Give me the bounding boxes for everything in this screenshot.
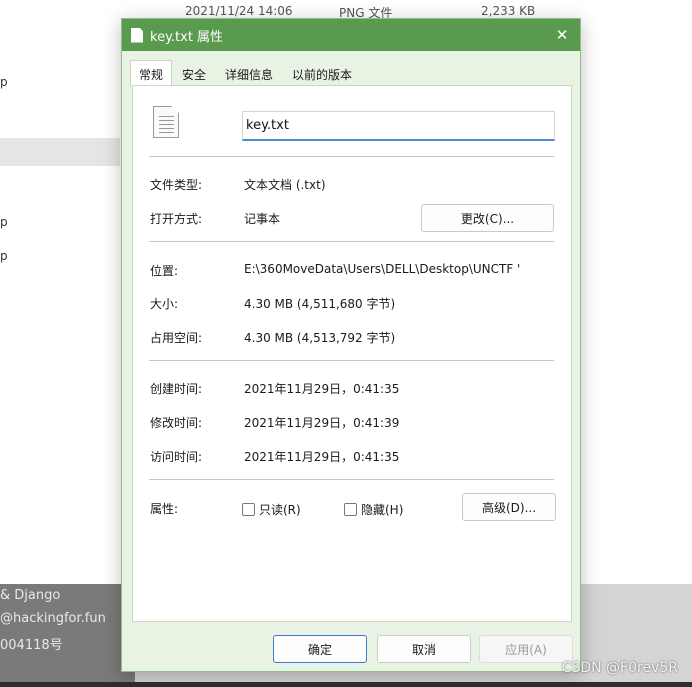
background-footer-line: 004118号	[0, 638, 63, 653]
background-sidebar-fragment: p	[0, 75, 8, 89]
dialog-titlebar[interactable]: key.txt 属性 ✕	[122, 19, 580, 51]
tab-details[interactable]: 详细信息	[216, 61, 282, 87]
background-footer-line: @hackingfor.fun	[0, 611, 106, 626]
size-value: 4.30 MB (4,511,680 字节)	[244, 297, 396, 311]
file-type-label: 文件类型:	[150, 178, 203, 192]
properties-dialog: key.txt 属性 ✕ 常规 安全 详细信息 以前的版本 文件类型: 文本文档…	[121, 18, 581, 672]
background-sidebar-fragment: p	[0, 249, 8, 263]
tab-security[interactable]: 安全	[173, 61, 215, 87]
created-value: 2021年11月29日，0:41:35	[244, 382, 400, 396]
close-icon[interactable]: ✕	[544, 26, 580, 44]
hidden-checkbox[interactable]: 隐藏(H)	[344, 501, 403, 518]
csdn-watermark: CSDN @F0rev5R	[561, 660, 678, 676]
tab-strip: 常规 安全 详细信息 以前的版本	[130, 60, 362, 87]
cancel-button[interactable]: 取消	[377, 635, 471, 663]
separator	[149, 479, 554, 480]
readonly-label: 只读(R)	[259, 503, 301, 517]
modified-value: 2021年11月29日，0:41:39	[244, 416, 400, 430]
tab-general[interactable]: 常规	[130, 60, 173, 87]
opens-with-label: 打开方式:	[150, 212, 203, 226]
ok-button[interactable]: 确定	[273, 635, 367, 663]
text-document-icon	[153, 106, 179, 138]
created-label: 创建时间:	[150, 382, 203, 396]
file-type-value: 文本文档 (.txt)	[244, 178, 326, 192]
location-value: E:\360MoveData\Users\DELL\Desktop\UNCTF …	[244, 262, 521, 276]
accessed-value: 2021年11月29日，0:41:35	[244, 450, 400, 464]
dialog-title: key.txt 属性	[150, 29, 224, 45]
background-selected-row	[0, 138, 120, 166]
opens-with-value: 记事本	[244, 212, 281, 226]
size-on-disk-label: 占用空间:	[150, 331, 203, 345]
checkbox-box[interactable]	[242, 503, 255, 516]
size-label: 大小:	[150, 297, 179, 311]
hidden-label: 隐藏(H)	[361, 503, 404, 517]
modified-label: 修改时间:	[150, 416, 203, 430]
background-sidebar-fragment: p	[0, 215, 8, 229]
tab-previous-versions[interactable]: 以前的版本	[283, 61, 361, 87]
location-label: 位置:	[150, 264, 179, 278]
change-button[interactable]: 更改(C)...	[421, 204, 554, 232]
background-footer-line: & Django	[0, 588, 61, 603]
readonly-checkbox[interactable]: 只读(R)	[242, 501, 301, 518]
background-file-size: 2,233 KB	[481, 4, 536, 18]
apply-button[interactable]: 应用(A)	[479, 635, 573, 663]
separator	[149, 156, 554, 157]
background-file-date: 2021/11/24 14:06	[185, 4, 293, 18]
advanced-button[interactable]: 高级(D)...	[462, 493, 556, 521]
text-file-icon	[131, 27, 143, 43]
accessed-label: 访问时间:	[150, 450, 203, 464]
attributes-label: 属性:	[150, 502, 179, 516]
separator	[149, 241, 554, 242]
separator	[149, 360, 554, 361]
filename-input[interactable]	[242, 111, 555, 141]
background-taskbar-strip	[0, 682, 692, 687]
general-tab-panel: 文件类型: 文本文档 (.txt) 打开方式: 记事本 更改(C)... 位置:…	[132, 85, 572, 622]
size-on-disk-value: 4.30 MB (4,513,792 字节)	[244, 331, 396, 345]
checkbox-box[interactable]	[344, 503, 357, 516]
